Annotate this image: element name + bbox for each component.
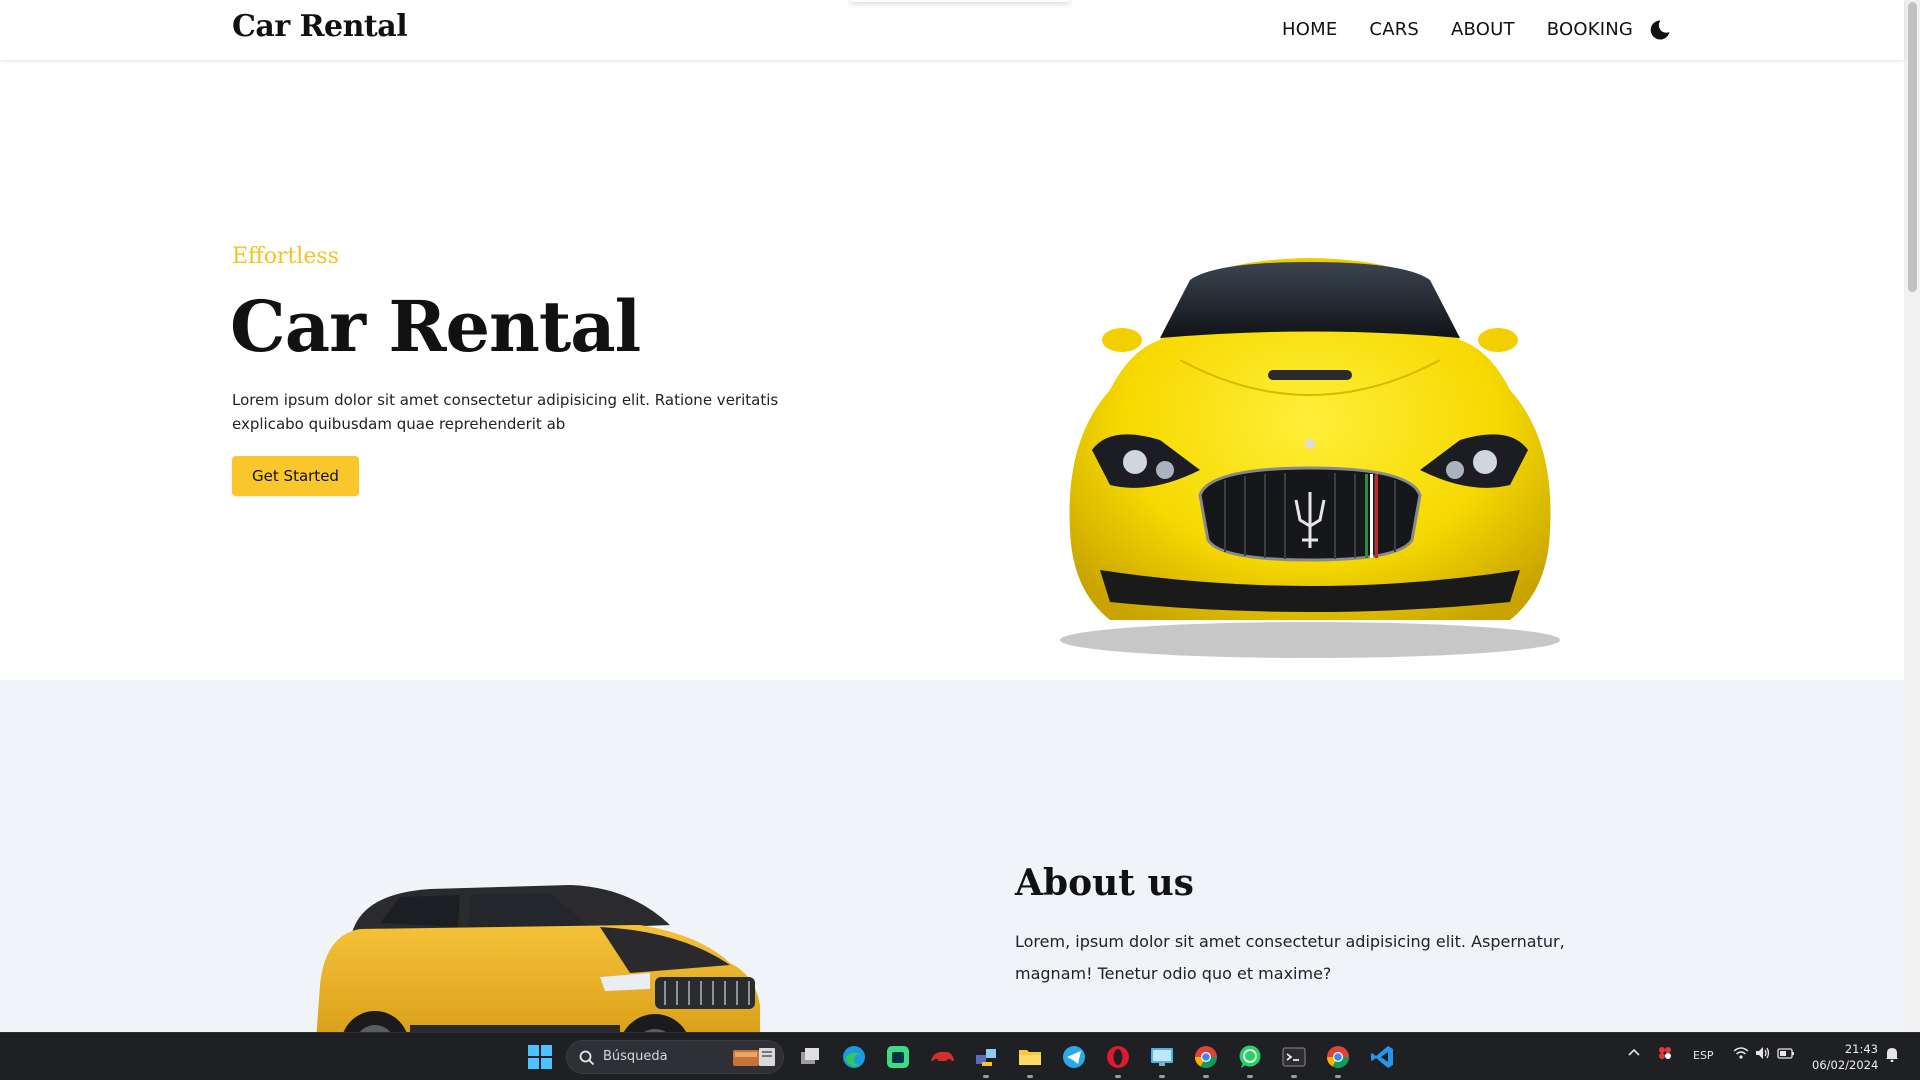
running-indicator xyxy=(983,1075,989,1078)
hero-section: Effortless Car Rental Lorem ipsum dolor … xyxy=(0,60,1904,680)
chevron-up-icon[interactable] xyxy=(1627,1046,1641,1063)
clock-time: 21:43 xyxy=(1844,1042,1878,1056)
nav-home[interactable]: HOME xyxy=(1282,19,1337,40)
volume-icon[interactable] xyxy=(1755,1046,1771,1063)
top-tooltip xyxy=(850,0,1070,2)
network-app-icon[interactable] xyxy=(972,1043,1000,1078)
running-indicator xyxy=(1159,1075,1165,1078)
windows-taskbar: Búsqueda ESP 21:43 06/02/2024 xyxy=(0,1032,1920,1080)
search-highlight-icon xyxy=(733,1048,775,1066)
system-clock[interactable]: 21:43 06/02/2024 xyxy=(1812,1041,1878,1073)
search-icon xyxy=(579,1050,595,1066)
about-text: Lorem, ipsum dolor sit amet consectetur … xyxy=(1015,932,1565,983)
battery-icon[interactable] xyxy=(1777,1046,1795,1063)
scrollbar-thumb[interactable] xyxy=(1908,2,1917,292)
remote-desktop-icon[interactable] xyxy=(1148,1043,1176,1078)
opera-icon[interactable] xyxy=(1104,1043,1132,1078)
language-indicator[interactable]: ESP xyxy=(1693,1049,1714,1062)
vscode-icon[interactable] xyxy=(1368,1043,1396,1071)
clock-date: 06/02/2024 xyxy=(1812,1058,1879,1072)
notification-bell-icon[interactable] xyxy=(1885,1046,1899,1065)
telegram-icon[interactable] xyxy=(1060,1043,1088,1071)
file-view-icon[interactable] xyxy=(796,1043,824,1071)
nav-about[interactable]: ABOUT xyxy=(1451,19,1515,40)
running-indicator xyxy=(1203,1075,1209,1078)
hero-title: Car Rental xyxy=(230,285,641,368)
nav-cars[interactable]: CARS xyxy=(1369,19,1419,40)
windows-logo-icon xyxy=(528,1045,552,1069)
page-scrollbar[interactable] xyxy=(1904,0,1920,1032)
sports-car-image xyxy=(1060,258,1560,658)
wifi-icon[interactable] xyxy=(1733,1046,1749,1063)
moon-icon xyxy=(1650,20,1670,40)
theme-toggle-button[interactable] xyxy=(1648,18,1672,42)
search-placeholder: Búsqueda xyxy=(603,1049,668,1064)
about-title: About us xyxy=(1015,862,1194,904)
whatsapp-icon[interactable] xyxy=(1236,1043,1264,1078)
running-indicator xyxy=(1027,1075,1033,1078)
edge-icon[interactable] xyxy=(840,1043,868,1071)
get-started-button[interactable]: Get Started xyxy=(232,456,359,496)
about-section: About us Lorem, ipsum dolor sit amet con… xyxy=(0,680,1904,1032)
terminal-icon[interactable] xyxy=(1280,1043,1308,1078)
car-app-icon[interactable] xyxy=(928,1043,956,1071)
nav-booking[interactable]: BOOKING xyxy=(1547,19,1633,40)
suv-image xyxy=(316,885,760,1032)
chrome-alt-icon[interactable] xyxy=(1324,1043,1352,1078)
running-indicator xyxy=(1247,1075,1253,1078)
taskbar-search[interactable]: Búsqueda xyxy=(566,1040,784,1074)
main-nav: HOME CARS ABOUT BOOKING xyxy=(1282,19,1665,40)
running-indicator xyxy=(1335,1075,1341,1078)
site-logo[interactable]: Car Rental xyxy=(232,9,408,44)
hero-description: Lorem ipsum dolor sit amet consectetur a… xyxy=(232,391,779,433)
tray-app-icon[interactable] xyxy=(1657,1045,1673,1064)
chrome-icon[interactable] xyxy=(1192,1043,1220,1078)
site-header: Car Rental HOME CARS ABOUT BOOKING xyxy=(0,0,1904,60)
android-studio-icon[interactable] xyxy=(884,1043,912,1071)
running-indicator xyxy=(1291,1075,1297,1078)
hero-eyebrow: Effortless xyxy=(232,244,339,269)
file-explorer-icon[interactable] xyxy=(1016,1043,1044,1078)
running-indicator xyxy=(1115,1075,1121,1078)
start-button[interactable] xyxy=(528,1045,552,1069)
